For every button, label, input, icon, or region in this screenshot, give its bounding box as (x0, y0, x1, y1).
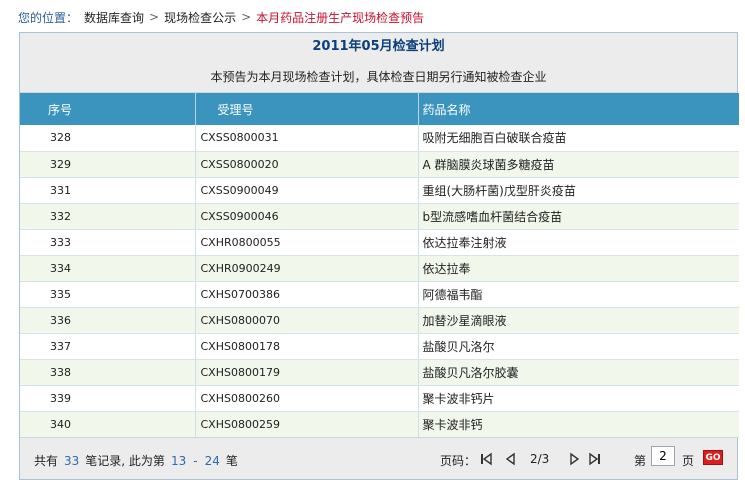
cell-serial: 333 (20, 229, 196, 256)
range-start: 13 (170, 454, 187, 468)
panel-header: 2011年05月检查计划 本预告为本月现场检查计划，具体检查日期另行通知被检查企… (20, 33, 737, 93)
table-header-row: 序号 受理号 药品名称 (20, 93, 739, 125)
breadcrumb: 您的位置： 数据库查询 > 现场检查公示 > 本月药品注册生产现场检查预告 (18, 8, 424, 26)
cell-drug-name: 聚卡波非钙 (418, 411, 739, 438)
cell-serial: 334 (20, 255, 196, 282)
pagination-bar: 共有 33 笔记录, 此为第 13-24 笔 页码： 2/3 第 页 GO (20, 437, 737, 479)
column-header-serial: 序号 (20, 93, 196, 125)
cell-drug-name: 依达拉奉注射液 (418, 229, 739, 256)
cell-acceptance-number: CXSS0900049 (195, 177, 419, 204)
total-count: 33 (64, 454, 80, 468)
next-page-icon[interactable] (568, 452, 582, 466)
table-row: 328 CXSS0800031 吸附无细胞百白破联合疫苗 (20, 125, 739, 152)
page-label: 页码： (440, 454, 477, 468)
cell-acceptance-number: CXHR0800055 (195, 229, 419, 256)
cell-serial: 338 (20, 359, 196, 386)
range-end: 24 (204, 454, 220, 468)
previous-page-icon[interactable] (503, 452, 517, 466)
breadcrumb-database-query[interactable]: 数据库查询 (84, 9, 144, 26)
table-row: 334 CXHR0900249 依达拉奉 (20, 255, 739, 282)
last-page-icon[interactable] (588, 452, 602, 466)
cell-acceptance-number: CXSS0800031 (195, 125, 419, 152)
breadcrumb-inspection-notice[interactable]: 现场检查公示 (164, 9, 236, 26)
table-row: 329 CXSS0800020 A 群脑膜炎球菌多糖疫苗 (20, 151, 739, 178)
breadcrumb-separator: > (241, 10, 252, 24)
cell-serial: 331 (20, 177, 196, 204)
cell-drug-name: 重组(大肠杆菌)戊型肝炎疫苗 (418, 177, 739, 204)
page-position: 2/3 (530, 452, 550, 466)
table-row: 340 CXHS0800259 聚卡波非钙 (20, 411, 739, 438)
table-row: 336 CXHS0800070 加替沙星滴眼液 (20, 307, 739, 334)
breadcrumb-prefix: 您的位置： (18, 10, 79, 25)
cell-acceptance-number: CXHS0800260 (195, 385, 419, 412)
column-header-drug-name: 药品名称 (418, 93, 739, 125)
cell-serial: 339 (20, 385, 196, 412)
cell-drug-name: 依达拉奉 (418, 255, 739, 282)
cell-serial: 328 (20, 125, 196, 152)
cell-acceptance-number: CXSS0800020 (195, 151, 419, 178)
cell-serial: 336 (20, 307, 196, 334)
cell-serial: 337 (20, 333, 196, 360)
breadcrumb-current-page: 本月药品注册生产现场检查预告 (256, 10, 425, 25)
cell-serial: 340 (20, 411, 196, 438)
cell-serial: 335 (20, 281, 196, 308)
page-unit-label: 页 (682, 454, 695, 468)
cell-acceptance-number: CXHR0900249 (195, 255, 419, 282)
cell-acceptance-number: CXHS0800070 (195, 307, 419, 334)
table-row: 333 CXHR0800055 依达拉奉注射液 (20, 229, 739, 256)
cell-serial: 332 (20, 203, 196, 230)
table-row: 339 CXHS0800260 聚卡波非钙片 (20, 385, 739, 412)
inspection-table: 序号 受理号 药品名称 328 CXSS0800031 吸附无细胞百白破联合疫苗 32… (20, 93, 739, 438)
record-summary: 共有 33 笔记录, 此为第 13-24 笔 (34, 452, 238, 469)
table-row: 331 CXSS0900049 重组(大肠杆菌)戊型肝炎疫苗 (20, 177, 739, 204)
cell-drug-name: 盐酸贝凡洛尔 (418, 333, 739, 360)
inspection-plan-panel: 2011年05月检查计划 本预告为本月现场检查计划，具体检查日期另行通知被检查企… (19, 32, 739, 480)
summary-mid: 笔记录, 此为第 (85, 454, 165, 468)
cell-acceptance-number: CXHS0800178 (195, 333, 419, 360)
table-row: 338 CXHS0800179 盐酸贝凡洛尔胶囊 (20, 359, 739, 386)
column-header-acceptance-number: 受理号 (195, 93, 419, 125)
goto-page-label: 第 (634, 454, 647, 468)
panel-title: 2011年05月检查计划 (312, 39, 445, 54)
cell-drug-name: b型流感嗜血杆菌结合疫苗 (418, 203, 739, 230)
cell-acceptance-number: CXHS0800179 (195, 359, 419, 386)
cell-serial: 329 (20, 151, 196, 178)
goto-page-input[interactable] (651, 446, 675, 466)
cell-acceptance-number: CXHS0800259 (195, 411, 419, 438)
cell-drug-name: 聚卡波非钙片 (418, 385, 739, 412)
cell-drug-name: 盐酸贝凡洛尔胶囊 (418, 359, 739, 386)
table-row: 332 CXSS0900046 b型流感嗜血杆菌结合疫苗 (20, 203, 739, 230)
table-row: 335 CXHS0700386 阿德福韦酯 (20, 281, 739, 308)
range-separator: - (193, 454, 198, 468)
cell-drug-name: 吸附无细胞百白破联合疫苗 (418, 125, 739, 152)
cell-acceptance-number: CXSS0900046 (195, 203, 419, 230)
first-page-icon[interactable] (479, 452, 493, 466)
summary-suffix: 笔 (225, 454, 238, 468)
breadcrumb-separator: > (149, 10, 160, 24)
cell-drug-name: 加替沙星滴眼液 (418, 307, 739, 334)
table-row: 337 CXHS0800178 盐酸贝凡洛尔 (20, 333, 739, 360)
cell-drug-name: A 群脑膜炎球菌多糖疫苗 (418, 151, 739, 178)
summary-prefix: 共有 (34, 454, 59, 468)
panel-note: 本预告为本月现场检查计划，具体检查日期另行通知被检查企业 (210, 70, 547, 84)
cell-acceptance-number: CXHS0700386 (195, 281, 419, 308)
go-button[interactable]: GO (703, 450, 723, 465)
cell-drug-name: 阿德福韦酯 (418, 281, 739, 308)
